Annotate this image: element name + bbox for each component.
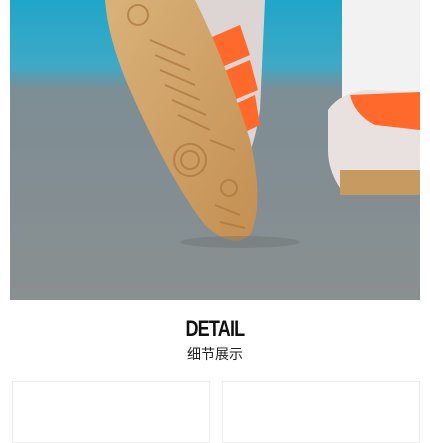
detail-card-right[interactable]	[222, 381, 420, 443]
detail-title-cn: 细节展示	[187, 347, 243, 363]
hero-product-image	[10, 0, 420, 300]
detail-card-left[interactable]	[12, 381, 210, 443]
detail-section-header: DETAIL 细节展示	[0, 316, 430, 364]
sneaker-photo	[10, 0, 420, 300]
detail-title-en: DETAIL	[185, 316, 246, 341]
